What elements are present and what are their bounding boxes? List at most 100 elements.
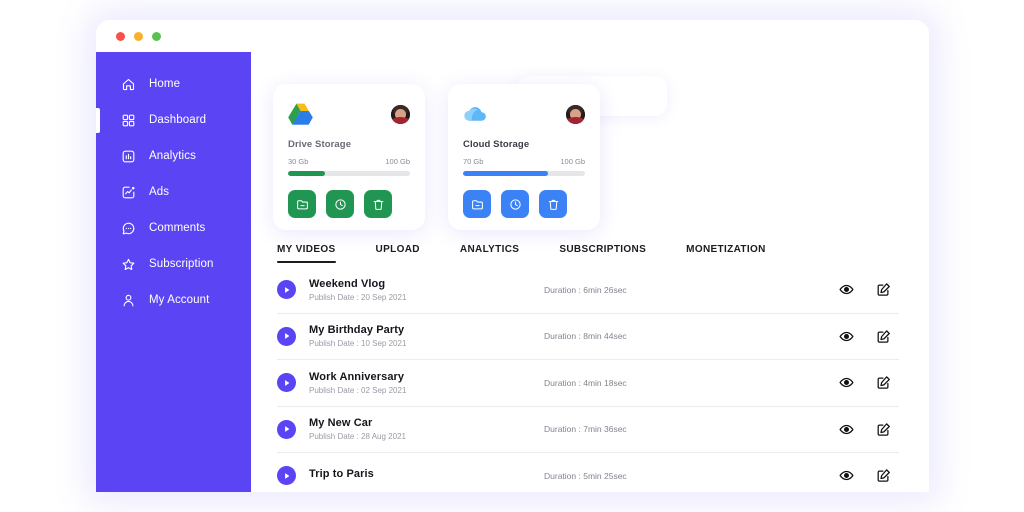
play-icon[interactable] (277, 419, 296, 439)
cloud-icon (463, 102, 488, 126)
table-row[interactable]: My Birthday Party Publish Date : 10 Sep … (277, 314, 899, 360)
storage-used: 30 Gb (288, 157, 309, 166)
delete-button[interactable] (364, 190, 392, 218)
video-title: Trip to Paris (309, 468, 374, 481)
card-title: Cloud Storage (463, 139, 530, 150)
video-info: My New Car Publish Date : 28 Aug 2021 (309, 417, 544, 441)
google-drive-icon (288, 102, 313, 126)
video-title: Weekend Vlog (309, 277, 386, 290)
video-duration: Duration : 5min 25sec (544, 470, 627, 481)
minimize-window-button[interactable] (134, 31, 143, 41)
history-button[interactable] (501, 190, 529, 218)
table-row[interactable]: Trip to Paris Duration : 5min 25sec (277, 453, 899, 492)
drive-storage-card[interactable]: Drive Storage 30 Gb 100 Gb (273, 84, 425, 230)
sidebar-item-ads[interactable]: Ads (96, 174, 251, 210)
video-title: Work Anniversary (309, 370, 405, 383)
storage-total: 100 Gb (385, 157, 410, 166)
eye-icon[interactable] (839, 282, 854, 297)
remove-folder-button[interactable] (463, 190, 491, 218)
avatar (566, 104, 585, 124)
video-publish-date: Publish Date : 02 Sep 2021 (309, 385, 407, 395)
play-icon[interactable] (277, 280, 296, 300)
sidebar-item-comments[interactable]: Comments (96, 210, 251, 246)
analytics-bar-icon (121, 149, 136, 164)
video-publish-date: Publish Date : 20 Sep 2021 (309, 292, 407, 302)
tab-analytics[interactable]: ANALYTICS (460, 244, 519, 263)
maximize-window-button[interactable] (152, 31, 161, 41)
ads-chart-icon (121, 185, 136, 200)
tab-monetization[interactable]: MONETIZATION (686, 244, 766, 263)
video-duration: Duration : 7min 36sec (544, 424, 627, 435)
sidebar: Home Dashboard Analytics Ads Comments Su… (96, 52, 251, 492)
sidebar-item-label: My Account (149, 294, 210, 306)
app-body: Home Dashboard Analytics Ads Comments Su… (96, 52, 929, 492)
close-window-button[interactable] (116, 31, 125, 41)
video-publish-date: Publish Date : 28 Aug 2021 (309, 432, 406, 442)
tab-my-videos[interactable]: MY VIDEOS (277, 244, 336, 263)
sidebar-item-label: Subscription (149, 258, 214, 270)
eye-icon[interactable] (839, 468, 854, 483)
screenshot-root: Home Dashboard Analytics Ads Comments Su… (0, 0, 1024, 512)
history-button[interactable] (326, 190, 354, 218)
video-info: Trip to Paris (309, 468, 544, 483)
user-icon (121, 293, 136, 308)
storage-total: 100 Gb (560, 157, 585, 166)
home-icon (121, 77, 136, 92)
storage-progress-bar (288, 171, 410, 176)
card-header (463, 98, 585, 130)
cloud-storage-card[interactable]: Cloud Storage 70 Gb 100 Gb (448, 84, 600, 230)
sidebar-item-subscription[interactable]: Subscription (96, 246, 251, 282)
card-actions (463, 190, 585, 218)
row-actions (839, 282, 899, 297)
comments-bubble-icon (121, 221, 136, 236)
storage-progress-bar (463, 171, 585, 176)
video-duration: Duration : 8min 44sec (544, 331, 627, 342)
video-info: Work Anniversary Publish Date : 02 Sep 2… (309, 371, 544, 395)
tab-subscriptions[interactable]: SUBSCRIPTIONS (559, 244, 646, 263)
play-icon[interactable] (277, 373, 296, 393)
video-title: My Birthday Party (309, 324, 405, 337)
edit-icon[interactable] (876, 329, 891, 344)
edit-icon[interactable] (876, 282, 891, 297)
tab-upload[interactable]: UPLOAD (376, 244, 420, 263)
eye-icon[interactable] (839, 375, 854, 390)
sidebar-item-label: Analytics (149, 150, 196, 162)
sidebar-item-dashboard[interactable]: Dashboard (96, 102, 251, 138)
avatar (391, 104, 410, 124)
play-icon[interactable] (277, 326, 296, 346)
video-info: My Birthday Party Publish Date : 10 Sep … (309, 324, 544, 348)
card-title: Drive Storage (288, 139, 352, 150)
row-actions (839, 422, 899, 437)
storage-progress-fill (288, 171, 325, 176)
video-list: Weekend Vlog Publish Date : 20 Sep 2021 … (273, 267, 899, 492)
row-actions (839, 468, 899, 483)
dashboard-grid-icon (121, 113, 136, 128)
sidebar-item-label: Ads (149, 186, 170, 198)
edit-icon[interactable] (876, 375, 891, 390)
edit-icon[interactable] (876, 468, 891, 483)
sidebar-item-home[interactable]: Home (96, 66, 251, 102)
video-title: My New Car (309, 417, 373, 430)
eye-icon[interactable] (839, 329, 854, 344)
table-row[interactable]: My New Car Publish Date : 28 Aug 2021 Du… (277, 407, 899, 453)
delete-button[interactable] (539, 190, 567, 218)
storage-labels: 70 Gb 100 Gb (463, 157, 585, 166)
play-icon[interactable] (277, 466, 296, 486)
main-content: Drive Storage 30 Gb 100 Gb Cloud Storage… (251, 52, 929, 492)
star-icon (121, 257, 136, 272)
table-row[interactable]: Weekend Vlog Publish Date : 20 Sep 2021 … (277, 267, 899, 314)
sidebar-item-analytics[interactable]: Analytics (96, 138, 251, 174)
table-row[interactable]: Work Anniversary Publish Date : 02 Sep 2… (277, 360, 899, 407)
row-actions (839, 375, 899, 390)
storage-used: 70 Gb (463, 157, 484, 166)
video-duration: Duration : 6min 26sec (544, 284, 627, 295)
edit-icon[interactable] (876, 422, 891, 437)
card-actions (288, 190, 410, 218)
eye-icon[interactable] (839, 422, 854, 437)
sidebar-item-label: Comments (149, 222, 206, 234)
video-publish-date: Publish Date : 10 Sep 2021 (309, 339, 407, 349)
sidebar-item-label: Dashboard (149, 114, 207, 126)
remove-folder-button[interactable] (288, 190, 316, 218)
sidebar-item-my-account[interactable]: My Account (96, 282, 251, 318)
window-titlebar (96, 20, 929, 52)
